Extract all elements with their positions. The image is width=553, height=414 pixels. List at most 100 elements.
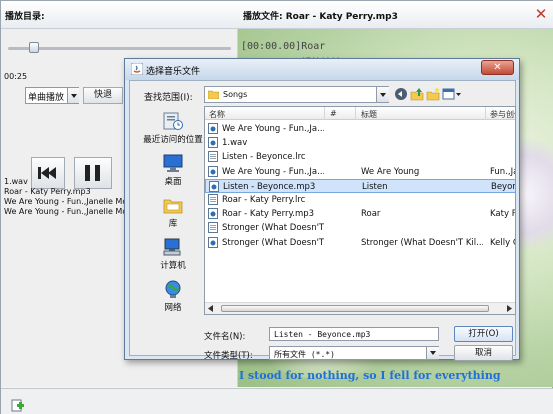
elapsed-time: 00:25 [4, 72, 28, 81]
text-file-icon [208, 151, 218, 163]
scrollbar-thumb[interactable] [221, 305, 489, 312]
table-row[interactable]: We Are Young - Fun.,Ja... [205, 122, 515, 136]
column-header-number[interactable]: # [330, 109, 337, 118]
dialog-title: 选择音乐文件 [146, 67, 201, 77]
horizontal-scrollbar[interactable] [205, 302, 515, 314]
audio-file-icon [208, 165, 218, 177]
place-label: 网络 [164, 303, 182, 313]
open-button[interactable]: 打开(O) [454, 326, 513, 342]
lyric-line: [00:00.00]Roar [241, 41, 326, 52]
column-divider[interactable] [485, 107, 486, 120]
close-icon[interactable]: ✕ [533, 5, 549, 23]
file-artist-cell: Kelly C [490, 237, 516, 248]
place-desktop[interactable]: 桌面 [136, 153, 210, 187]
bottom-toolbar [1, 388, 553, 414]
column-divider[interactable] [355, 107, 356, 120]
file-type-label: 文件类型(T): [204, 351, 253, 361]
network-icon [165, 280, 181, 298]
file-name-cell: Listen - Beyonce.lrc [222, 152, 306, 163]
file-name-cell: Stronger (What Doesn'T... [222, 237, 324, 248]
look-in-select[interactable]: Songs [204, 86, 389, 103]
place-label: 最近访问的位置 [143, 135, 203, 145]
file-title-cell: Stronger (What Doesn'T Kil... [361, 237, 483, 248]
play-mode-select[interactable]: 单曲播放 [25, 87, 79, 104]
folder-icon [208, 90, 219, 99]
playlist-directory-label: 播放目录: [5, 12, 45, 22]
seek-slider-track[interactable] [8, 47, 231, 50]
column-divider[interactable] [324, 107, 325, 120]
scroll-left-icon[interactable] [205, 303, 217, 314]
now-playing-title: 播放文件: Roar - Katy Perry.mp3 [243, 12, 398, 22]
add-file-icon[interactable] [11, 398, 25, 412]
column-header-title[interactable]: 标题 [361, 109, 377, 120]
table-row[interactable]: Stronger (What Doesn'T... [205, 221, 515, 235]
file-name-cell: We Are Young - Fun.,Ja... [222, 124, 324, 134]
place-label: 库 [168, 219, 178, 229]
dialog-title-bar[interactable]: 选择音乐文件 ✕ [125, 59, 519, 80]
dialog-body: 查找范围(I): Songs 最近访问的位置 桌面 库 计算机 网络 名称 # … [129, 80, 516, 361]
chevron-down-icon[interactable] [376, 87, 389, 102]
file-type-value: 所有文件 (*.*) [274, 350, 335, 359]
table-row[interactable]: Listen - Beyonce.lrc [205, 150, 515, 164]
file-name-cell: Listen - Beyonce.mp3 [223, 181, 316, 192]
file-type-select[interactable]: 所有文件 (*.*) [269, 346, 439, 360]
chevron-down-icon[interactable] [426, 347, 439, 359]
place-network[interactable]: 网络 [136, 279, 210, 313]
table-row[interactable]: We Are Young - Fun.,Ja... We Are Young Fun… [205, 165, 516, 179]
file-title-cell: Listen [362, 181, 388, 192]
table-row[interactable]: Roar - Katy Perry.lrc [205, 193, 515, 207]
new-folder-icon[interactable] [426, 87, 440, 101]
file-artist-cell: Katy Pe [490, 209, 515, 220]
file-name-cell: Roar - Katy Perry.mp3 [222, 209, 315, 220]
table-row[interactable]: 1.wav [205, 136, 515, 150]
chevron-down-icon[interactable] [67, 88, 79, 103]
file-artist-cell: Fun.,Ja [490, 166, 516, 177]
file-title-cell: We Are Young [361, 166, 420, 177]
audio-file-icon [208, 123, 218, 134]
file-name-cell: Roar - Katy Perry.lrc [222, 195, 306, 205]
view-menu-icon[interactable] [442, 87, 462, 101]
file-name-cell: Stronger (What Doesn'T... [222, 223, 324, 234]
library-icon [163, 199, 183, 214]
file-list-table: 名称 # 标题 参与创作 We Are Young - Fun.,Ja... 1.… [204, 106, 516, 315]
computer-icon [163, 238, 181, 256]
current-lyric-line: I stood for nothing, so I fell for every… [239, 369, 501, 382]
java-app-icon [131, 63, 143, 75]
audio-file-icon [208, 137, 218, 149]
seek-slider-handle[interactable] [29, 42, 39, 53]
column-header-artist[interactable]: 参与创作 [490, 109, 515, 120]
play-mode-value: 单曲播放 [28, 93, 65, 103]
place-computer[interactable]: 计算机 [136, 237, 210, 271]
recent-places-icon [163, 112, 183, 130]
table-row[interactable]: Roar - Katy Perry.mp3 Roar Katy Pe [205, 207, 515, 221]
back-icon[interactable] [394, 87, 408, 101]
cancel-button[interactable]: 取消 [454, 345, 513, 361]
scroll-right-icon[interactable] [503, 303, 515, 314]
file-name-label: 文件名(N): [204, 332, 246, 342]
place-recent[interactable]: 最近访问的位置 [136, 111, 210, 145]
rewind-button[interactable]: 快退 [83, 87, 123, 104]
file-name-cell: We Are Young - Fun.,Ja... [222, 166, 324, 177]
file-artist-cell: Beyonc [491, 181, 515, 192]
place-label: 计算机 [160, 261, 186, 271]
table-row[interactable]: Stronger (What Doesn'T... Stronger (What … [205, 236, 516, 250]
column-header-name[interactable]: 名称 [209, 109, 225, 120]
close-icon[interactable]: ✕ [481, 60, 514, 75]
player-header: 播放目录: 播放文件: Roar - Katy Perry.mp3 ✕ [1, 1, 553, 29]
audio-file-icon [209, 180, 219, 192]
file-name-cell: 1.wav [222, 138, 248, 149]
desktop-icon [163, 154, 183, 172]
table-header: 名称 # 标题 参与创作 [205, 107, 515, 120]
table-row[interactable]: Listen - Beyonce.mp3 Listen Beyonc [205, 178, 515, 193]
file-chooser-dialog: 选择音乐文件 ✕ 查找范围(I): Songs 最近访问的位置 桌面 库 计算机… [124, 58, 520, 361]
look-in-value: Songs [223, 90, 248, 99]
audio-file-icon [208, 236, 218, 248]
text-file-icon [208, 194, 218, 205]
place-library[interactable]: 库 [136, 195, 210, 229]
place-label: 桌面 [164, 177, 182, 187]
file-title-cell: Roar [361, 209, 381, 220]
text-file-icon [208, 222, 218, 234]
audio-file-icon [208, 208, 218, 220]
up-folder-icon[interactable] [410, 87, 424, 101]
file-name-input[interactable]: Listen - Beyonce.mp3 [269, 327, 439, 341]
